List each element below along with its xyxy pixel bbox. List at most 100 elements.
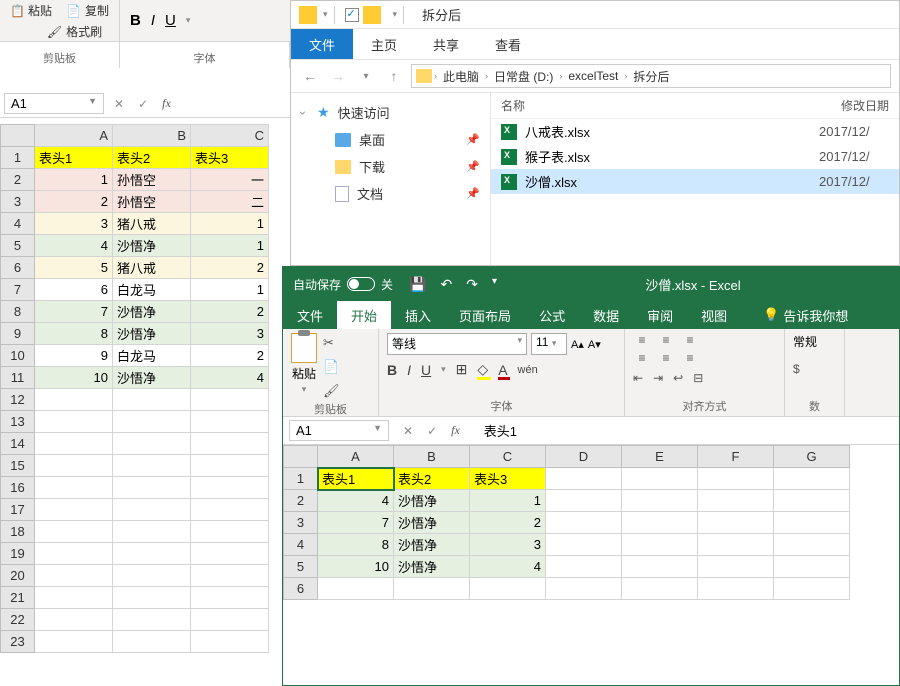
row-header[interactable]: 20 bbox=[1, 565, 35, 587]
row-header[interactable]: 5 bbox=[284, 556, 318, 578]
cell[interactable] bbox=[191, 433, 269, 455]
cell[interactable] bbox=[191, 565, 269, 587]
italic-button[interactable]: I bbox=[151, 12, 155, 29]
align-bottom-icon[interactable]: ≡ bbox=[681, 333, 699, 347]
chevron-down-icon[interactable]: ▾ bbox=[186, 15, 191, 26]
cell[interactable]: 沙悟净 bbox=[113, 367, 191, 389]
align-middle-icon[interactable]: ≡ bbox=[657, 333, 675, 347]
decrease-indent-icon[interactable]: ⇤ bbox=[633, 371, 643, 385]
cell[interactable] bbox=[113, 433, 191, 455]
cell[interactable] bbox=[546, 468, 622, 490]
chevron-down-icon[interactable]: ▾ bbox=[323, 9, 328, 20]
cell[interactable] bbox=[774, 534, 850, 556]
cell[interactable] bbox=[35, 477, 113, 499]
row-header[interactable]: 7 bbox=[1, 279, 35, 301]
cell[interactable] bbox=[191, 543, 269, 565]
cell[interactable] bbox=[191, 609, 269, 631]
paste-button[interactable]: 粘贴 ▾ bbox=[291, 333, 317, 395]
font-name-select[interactable]: 等线 ▾ bbox=[387, 333, 527, 355]
redo-icon[interactable]: ↷ bbox=[466, 276, 478, 293]
col-modified[interactable]: 修改日期 bbox=[841, 97, 889, 114]
cell[interactable]: 1 bbox=[191, 213, 269, 235]
align-center-icon[interactable]: ≡ bbox=[657, 351, 675, 365]
table-row[interactable]: 18 bbox=[1, 521, 269, 543]
cell[interactable] bbox=[35, 609, 113, 631]
cell[interactable] bbox=[113, 543, 191, 565]
cut-icon[interactable]: ✂ bbox=[323, 335, 340, 351]
checkbox-icon[interactable] bbox=[345, 8, 359, 22]
tab-view[interactable]: 查看 bbox=[477, 29, 539, 59]
cell[interactable]: 沙悟净 bbox=[113, 301, 191, 323]
underline-button[interactable]: U bbox=[421, 362, 431, 378]
row-header[interactable]: 23 bbox=[1, 631, 35, 653]
row-header[interactable]: 2 bbox=[284, 490, 318, 512]
cell[interactable] bbox=[622, 490, 698, 512]
name-box[interactable]: A1 ▼ bbox=[4, 93, 104, 114]
table-row[interactable]: 15 bbox=[1, 455, 269, 477]
cell[interactable]: 3 bbox=[191, 323, 269, 345]
align-left-icon[interactable]: ≡ bbox=[633, 351, 651, 365]
address-bar[interactable]: › 此电脑 › 日常盘 (D:) › excelTest › 拆分后 bbox=[411, 64, 891, 88]
file-row[interactable]: 猴子表.xlsx 2017/12/ bbox=[491, 144, 899, 169]
cell[interactable]: 沙悟净 bbox=[394, 534, 470, 556]
chevron-down-icon[interactable]: ▾ bbox=[393, 9, 398, 20]
table-row[interactable]: 98沙悟净3 bbox=[1, 323, 269, 345]
autosave-toggle[interactable]: 自动保存 关 bbox=[293, 276, 393, 293]
cell[interactable] bbox=[774, 468, 850, 490]
cell[interactable]: 2 bbox=[191, 257, 269, 279]
phonetic-icon[interactable]: wén bbox=[518, 364, 538, 376]
col-header[interactable]: C bbox=[191, 125, 269, 147]
cell[interactable]: 表头3 bbox=[191, 147, 269, 169]
shrink-font-icon[interactable]: A▾ bbox=[588, 338, 601, 351]
cell[interactable] bbox=[113, 609, 191, 631]
toggle-icon[interactable] bbox=[347, 277, 375, 291]
cell[interactable] bbox=[35, 411, 113, 433]
sidebar-quick-access[interactable]: ★ 快速访问 bbox=[291, 99, 490, 126]
save-icon[interactable]: 💾 bbox=[409, 276, 426, 293]
row-header[interactable]: 14 bbox=[1, 433, 35, 455]
cell[interactable]: 1 bbox=[191, 235, 269, 257]
col-header[interactable]: A bbox=[318, 446, 394, 468]
row-header[interactable]: 5 bbox=[1, 235, 35, 257]
currency-icon[interactable]: $ bbox=[793, 362, 800, 376]
cell[interactable] bbox=[191, 389, 269, 411]
cell[interactable] bbox=[35, 521, 113, 543]
breadcrumb[interactable]: 日常盘 (D:) bbox=[490, 68, 557, 85]
cell[interactable]: 2 bbox=[191, 301, 269, 323]
cell[interactable] bbox=[698, 578, 774, 600]
paste-button[interactable]: 📋 粘贴 📄 复制 bbox=[10, 2, 109, 19]
table-row[interactable]: 6 bbox=[284, 578, 850, 600]
grow-font-icon[interactable]: A▴ bbox=[571, 338, 584, 351]
row-header[interactable]: 22 bbox=[1, 609, 35, 631]
cell[interactable] bbox=[191, 455, 269, 477]
col-header[interactable]: C bbox=[470, 446, 546, 468]
table-row[interactable]: 13 bbox=[1, 411, 269, 433]
table-row[interactable]: 109白龙马2 bbox=[1, 345, 269, 367]
table-row[interactable]: 54沙悟净1 bbox=[1, 235, 269, 257]
cell[interactable]: 1 bbox=[470, 490, 546, 512]
cell[interactable] bbox=[546, 556, 622, 578]
table-row[interactable]: 1110沙悟净4 bbox=[1, 367, 269, 389]
row-header[interactable]: 2 bbox=[1, 169, 35, 191]
table-row[interactable]: 12 bbox=[1, 389, 269, 411]
col-header[interactable]: E bbox=[622, 446, 698, 468]
cell[interactable] bbox=[113, 411, 191, 433]
cell[interactable]: 2 bbox=[470, 512, 546, 534]
cell[interactable]: 1 bbox=[191, 279, 269, 301]
row-header[interactable]: 1 bbox=[1, 147, 35, 169]
row-header[interactable]: 18 bbox=[1, 521, 35, 543]
chevron-down-icon[interactable]: ▾ bbox=[441, 364, 446, 375]
cell[interactable] bbox=[622, 534, 698, 556]
cell[interactable] bbox=[698, 468, 774, 490]
cell[interactable]: 二 bbox=[191, 191, 269, 213]
italic-button[interactable]: I bbox=[407, 362, 411, 378]
row-header[interactable]: 8 bbox=[1, 301, 35, 323]
tab-home[interactable]: 主页 bbox=[353, 29, 415, 59]
cell[interactable] bbox=[35, 587, 113, 609]
row-header[interactable]: 16 bbox=[1, 477, 35, 499]
cancel-icon[interactable]: ✕ bbox=[114, 97, 124, 111]
copy-icon[interactable]: 📄 bbox=[323, 359, 340, 375]
table-row[interactable]: 19 bbox=[1, 543, 269, 565]
table-row[interactable]: 32孙悟空二 bbox=[1, 191, 269, 213]
tab-view[interactable]: 视图 bbox=[687, 301, 741, 329]
